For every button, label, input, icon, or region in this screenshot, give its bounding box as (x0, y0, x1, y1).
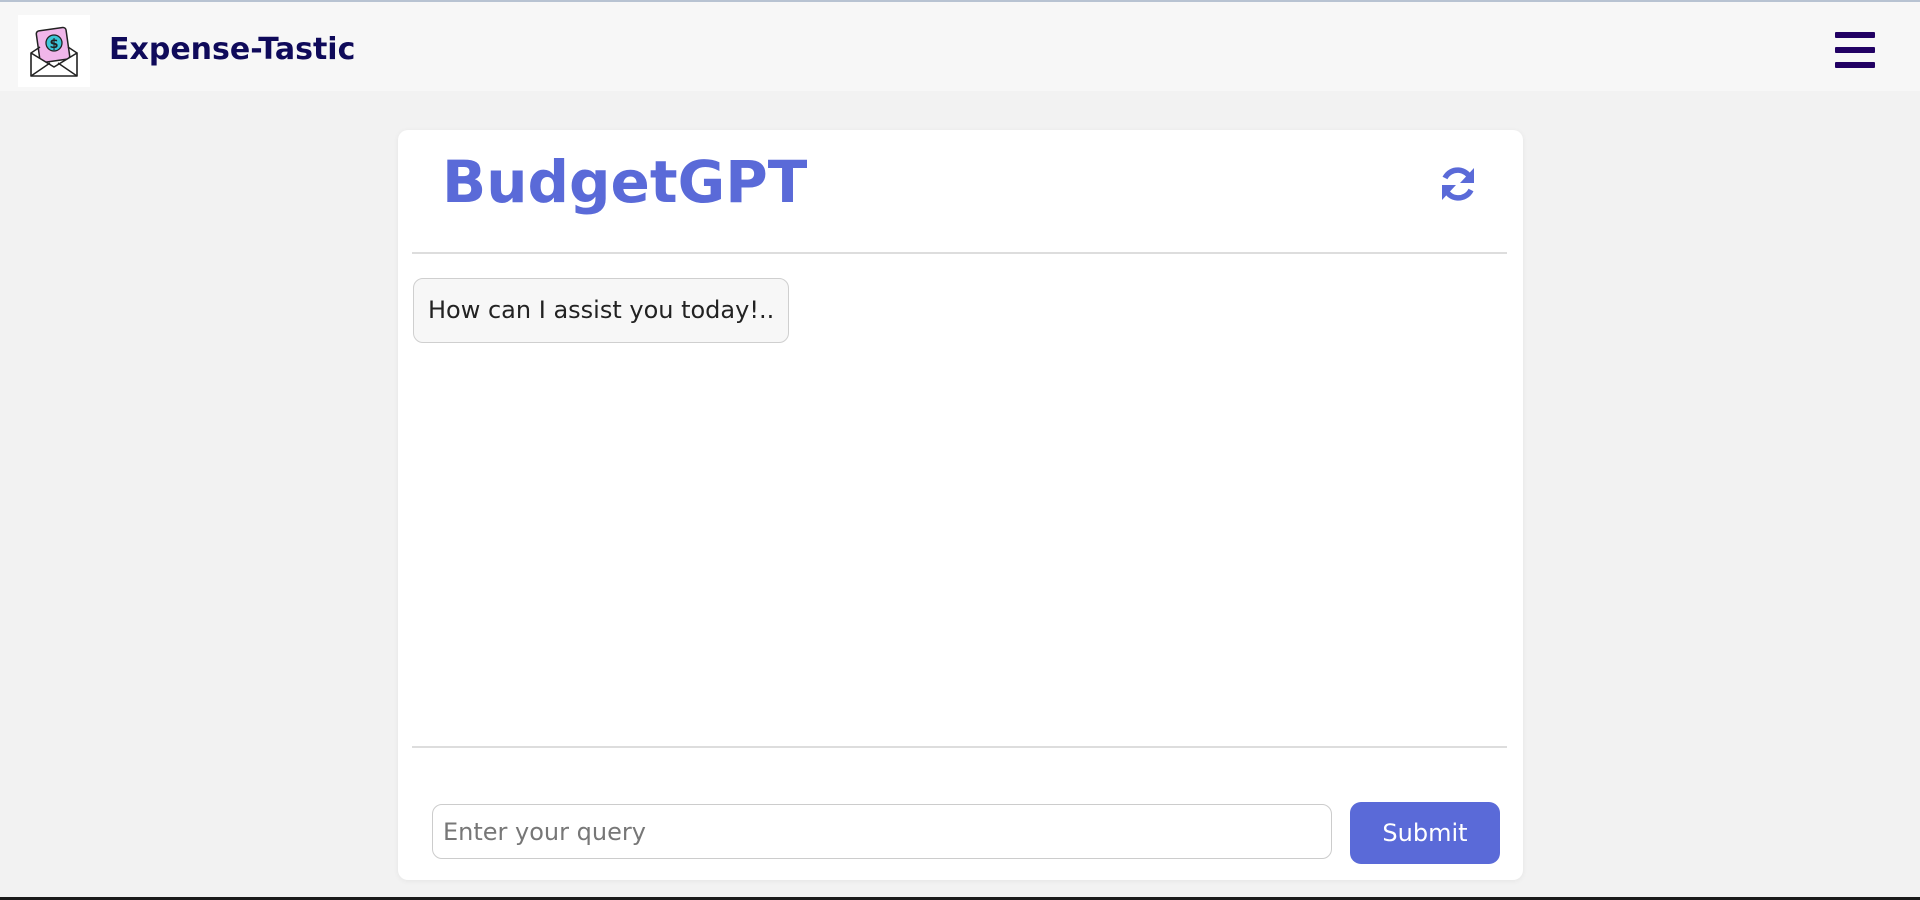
money-envelope-icon: $ (30, 26, 78, 77)
hamburger-menu-icon[interactable] (1832, 30, 1880, 72)
svg-text:$: $ (49, 37, 58, 52)
bot-message: How can I assist you today!.. (413, 278, 790, 343)
refresh-glyph (1442, 167, 1474, 201)
menu-bar (1835, 47, 1875, 53)
navbar: $ Expense-Tastic (0, 2, 1920, 91)
refresh-icon[interactable] (1436, 162, 1480, 206)
app-logo[interactable]: $ (18, 15, 90, 87)
brand-name[interactable]: Expense-Tastic (109, 30, 355, 70)
menu-bar (1835, 62, 1875, 68)
header-divider (412, 252, 1507, 254)
chat-card: BudgetGPT How can I assist you today!.. … (398, 130, 1523, 880)
query-input[interactable] (432, 804, 1332, 859)
page-title: BudgetGPT (442, 148, 808, 216)
submit-button[interactable]: Submit (1350, 802, 1500, 864)
input-divider (412, 746, 1507, 748)
menu-bar (1835, 32, 1875, 38)
